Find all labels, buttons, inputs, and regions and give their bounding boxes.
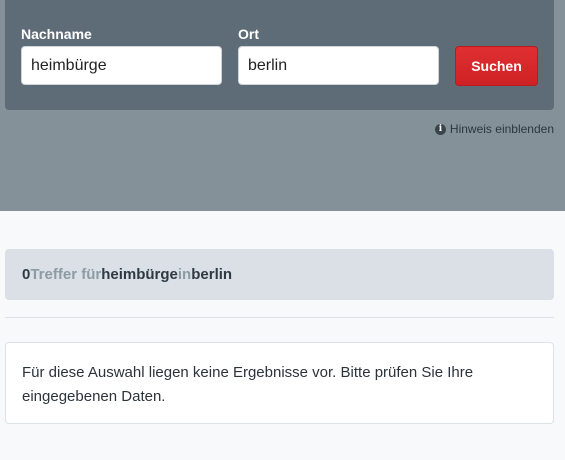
result-summary-bar: 0 Treffer für heimbürge in berlin: [5, 249, 554, 300]
hint-toggle-link[interactable]: i Hinweis einblenden: [434, 122, 554, 136]
no-results-message: Für diese Auswahl liegen keine Ergebniss…: [22, 364, 474, 405]
result-count: 0: [22, 266, 31, 283]
no-results-message-box: Für diese Auswahl liegen keine Ergebniss…: [5, 342, 554, 424]
search-hero: Nachname Ort Suchen i Hinweis einblenden: [0, 0, 565, 211]
surname-label: Nachname: [21, 26, 92, 42]
hint-toggle-label: Hinweis einblenden: [449, 122, 554, 136]
info-icon: i: [434, 123, 446, 135]
result-query-name: heimbürge: [101, 266, 178, 283]
surname-input[interactable]: [21, 46, 222, 85]
search-button[interactable]: Suchen: [455, 46, 538, 86]
city-label: Ort: [238, 26, 259, 42]
result-query-city: berlin: [191, 266, 233, 283]
city-input[interactable]: [238, 46, 439, 85]
result-hits-word: Treffer für: [30, 266, 102, 283]
divider: [5, 317, 554, 318]
search-panel: Nachname Ort Suchen: [5, 0, 554, 110]
result-in-word: in: [177, 266, 192, 283]
